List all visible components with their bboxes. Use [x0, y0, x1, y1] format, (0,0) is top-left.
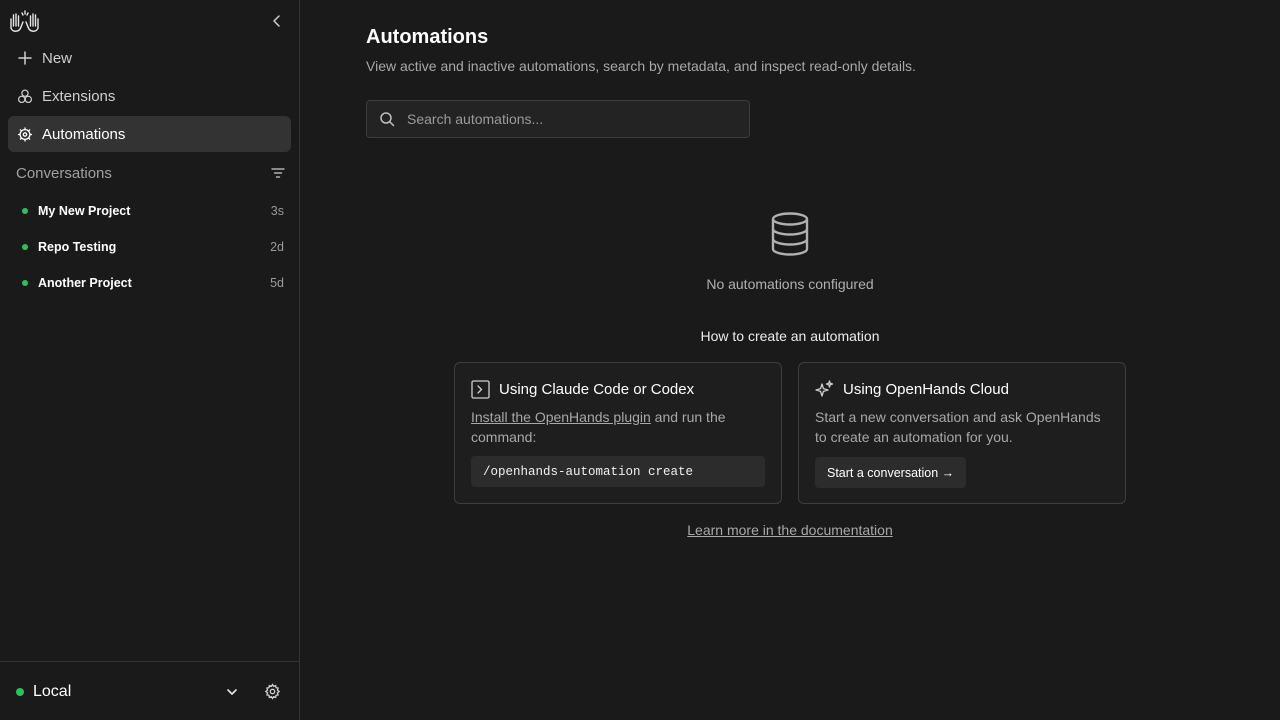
- openhands-logo-icon[interactable]: [8, 8, 42, 34]
- chevron-left-icon: [273, 15, 280, 27]
- new-button[interactable]: New: [8, 40, 291, 76]
- nav-label-automations: Automations: [42, 125, 126, 143]
- filter-icon[interactable]: [270, 165, 286, 181]
- settings-button[interactable]: [264, 683, 281, 700]
- sidebar: New Extensions Automations Conversations…: [0, 0, 300, 720]
- page-title: Automations: [366, 26, 489, 48]
- search-input[interactable]: [407, 111, 749, 127]
- status-dot: [22, 244, 28, 250]
- conversations-header: Conversations: [16, 163, 286, 183]
- search-box[interactable]: [366, 100, 750, 138]
- search-icon: [380, 112, 395, 127]
- conversation-time: 2d: [270, 240, 284, 254]
- nav-label-new: New: [42, 49, 73, 67]
- plus-icon: [17, 50, 33, 66]
- card-title: Using OpenHands Cloud: [843, 380, 1009, 398]
- conversation-time: 5d: [270, 276, 284, 290]
- status-dot: [16, 688, 24, 696]
- empty-state-text: No automations configured: [706, 276, 874, 292]
- extensions-button[interactable]: Extensions: [8, 78, 291, 114]
- conversations-label: Conversations: [16, 164, 112, 182]
- conversation-title: Another Project: [38, 276, 132, 290]
- conversation-title: Repo Testing: [38, 240, 117, 254]
- sidebar-footer: Local: [0, 661, 299, 720]
- conversation-time: 3s: [270, 204, 284, 218]
- openhands-cloud-card: Using OpenHands Cloud Start a new conver…: [798, 362, 1126, 504]
- command-code-block[interactable]: /openhands-automation create: [471, 456, 765, 487]
- card-body-text: Start a new conversation and ask OpenHan…: [815, 409, 1101, 445]
- gear-icon: [264, 683, 281, 700]
- automations-button[interactable]: Automations: [8, 116, 291, 152]
- database-icon: [770, 212, 810, 256]
- claude-code-card: Using Claude Code or Codex Install the O…: [454, 362, 782, 504]
- nav-label-extensions: Extensions: [42, 87, 116, 105]
- howto-title: How to create an automation: [700, 328, 880, 344]
- chevron-down-icon: [224, 684, 240, 700]
- documentation-link[interactable]: Learn more in the documentation: [590, 522, 990, 538]
- start-conversation-button[interactable]: Start a conversation →: [815, 457, 967, 488]
- conversation-item[interactable]: My New Project 3s: [16, 199, 284, 223]
- runtime-selector[interactable]: Local: [16, 680, 240, 704]
- status-dot: [22, 208, 28, 214]
- collapse-sidebar-button[interactable]: [268, 12, 286, 30]
- page-subtitle: View active and inactive automations, se…: [366, 58, 916, 74]
- terminal-icon: [471, 379, 490, 399]
- conversation-item[interactable]: Repo Testing 2d: [16, 235, 284, 259]
- automations-gear-icon: [17, 126, 33, 142]
- status-dot: [22, 280, 28, 286]
- runtime-label: Local: [33, 683, 72, 700]
- sparkles-icon: [815, 379, 834, 399]
- conversation-title: My New Project: [38, 204, 131, 218]
- install-plugin-link[interactable]: Install the OpenHands plugin: [471, 409, 651, 425]
- conversation-item[interactable]: Another Project 5d: [16, 271, 284, 295]
- extensions-icon: [17, 88, 33, 104]
- card-title: Using Claude Code or Codex: [499, 380, 695, 398]
